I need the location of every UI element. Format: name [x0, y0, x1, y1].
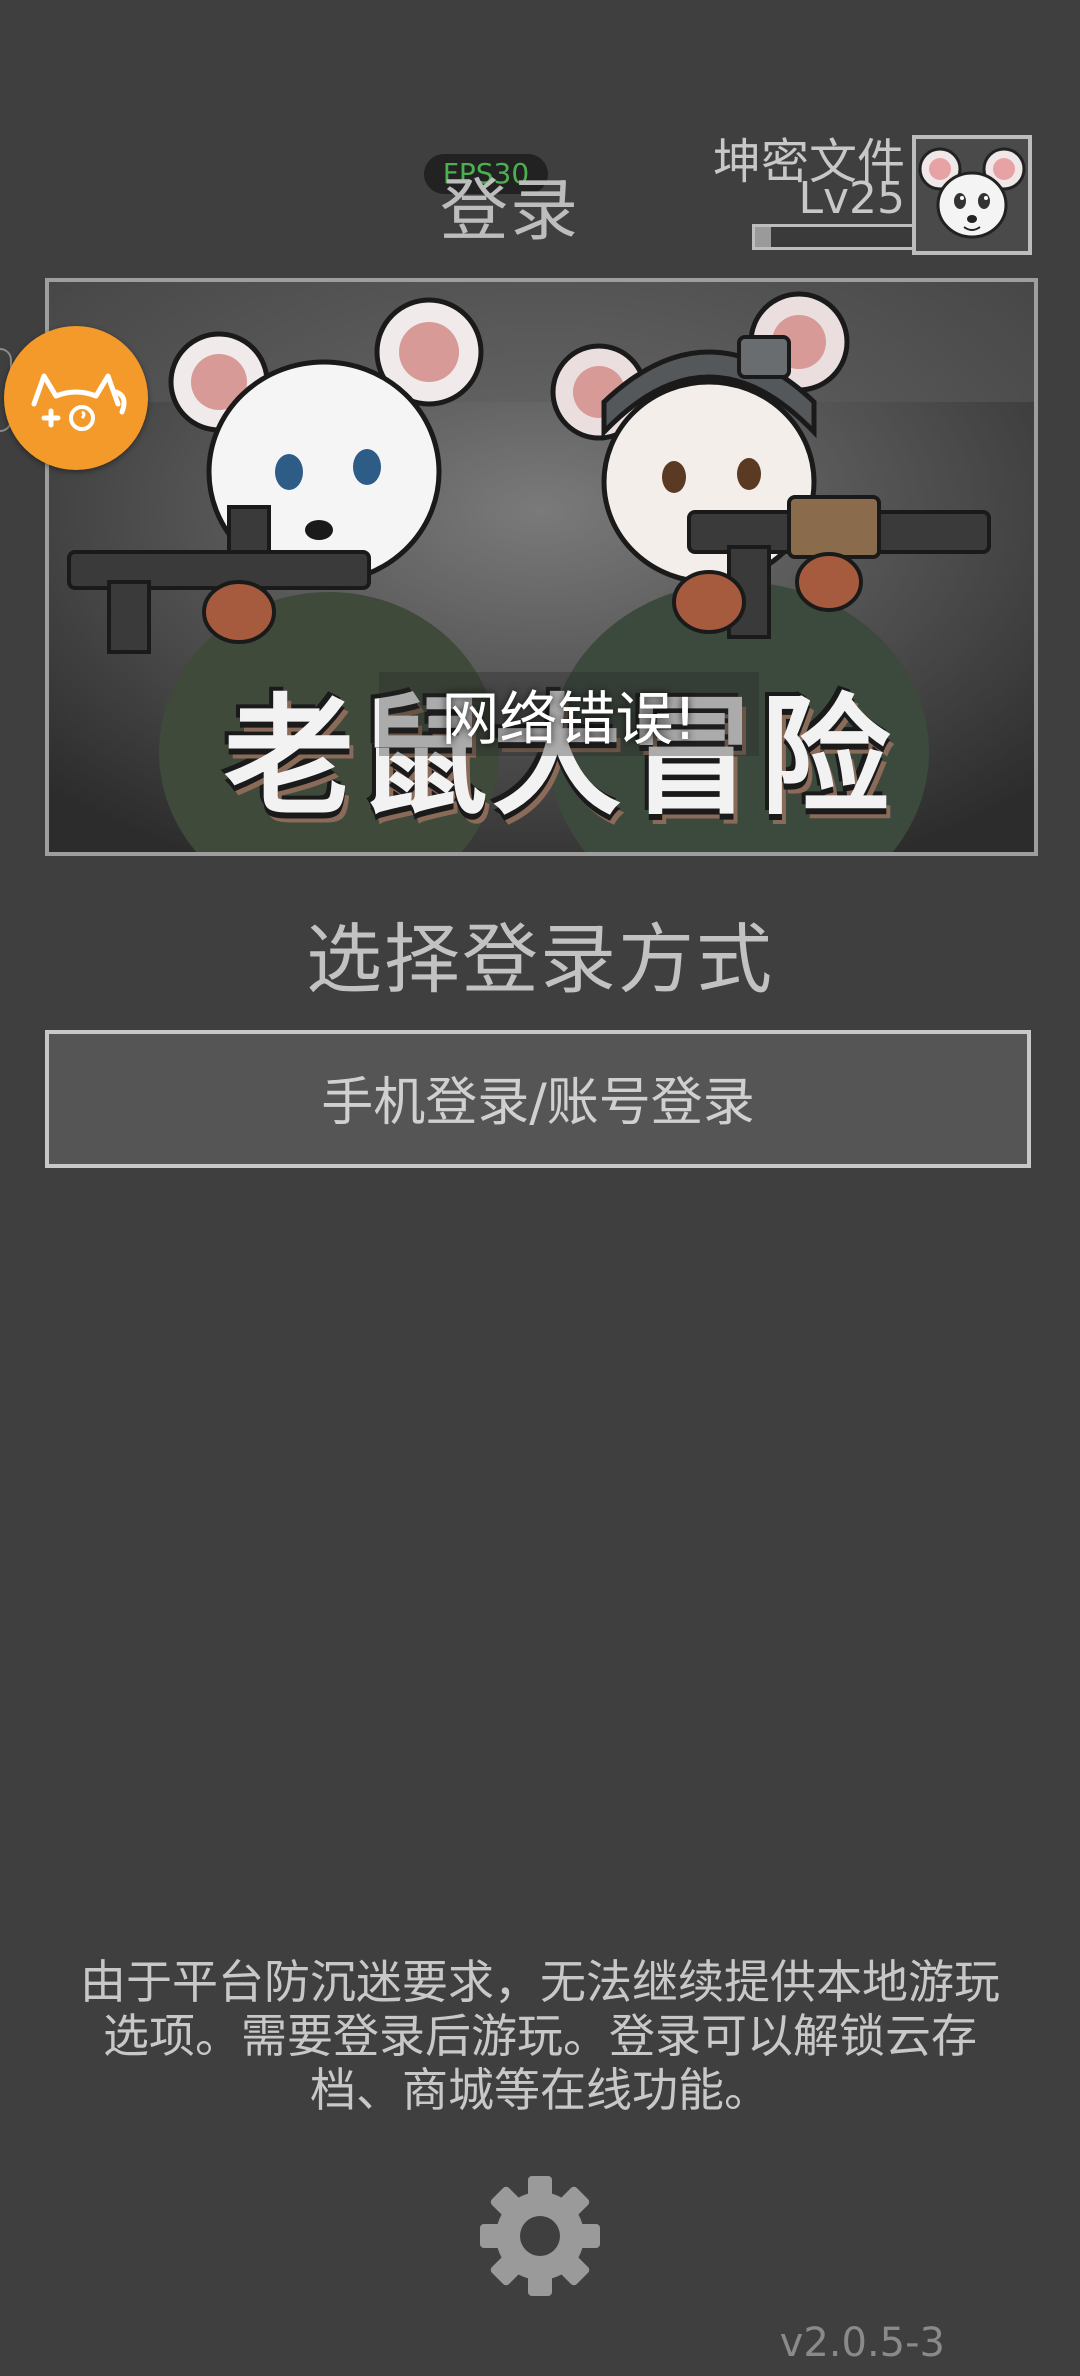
page-title: 登录	[440, 172, 581, 251]
xp-progress-bar	[752, 224, 918, 250]
cat-assistant-icon	[31, 373, 127, 431]
mouse-avatar-icon	[916, 139, 1028, 251]
phone-account-login-button[interactable]: 手机登录/账号登录	[45, 1030, 1031, 1168]
login-method-title: 选择登录方式	[306, 915, 774, 1004]
network-error-toast: 网络错误!	[379, 672, 759, 756]
app-version: v2.0.5-3	[779, 2320, 945, 2366]
login-screen: FPS30 登录 坤密文件 Lv25 老鼠大冒险 网络错误! 选择登录方式 手机…	[0, 0, 1080, 2376]
xp-progress-fill	[755, 227, 771, 247]
settings-button[interactable]	[474, 2170, 606, 2302]
gear-icon	[480, 2176, 600, 2296]
anti-addiction-notice: 由于平台防沉迷要求，无法继续提供本地游玩选项。需要登录后游玩。登录可以解锁云存档…	[80, 1955, 1000, 2117]
game-banner: 老鼠大冒险 网络错误!	[45, 278, 1038, 856]
user-level: Lv25	[798, 173, 905, 224]
avatar[interactable]	[912, 135, 1032, 255]
floating-assistant-button[interactable]	[4, 326, 148, 470]
